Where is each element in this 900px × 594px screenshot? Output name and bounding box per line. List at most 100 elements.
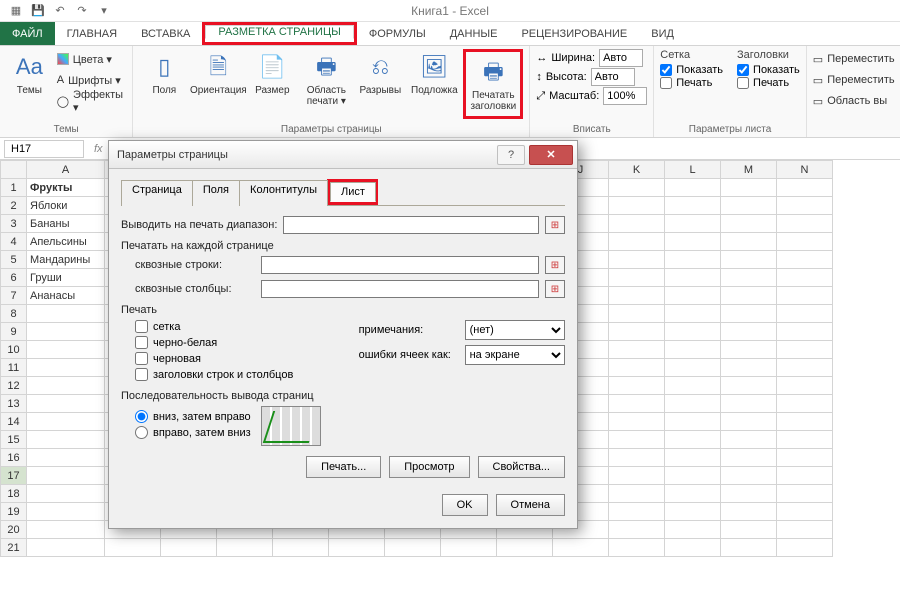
row-header[interactable]: 12 [1,377,27,395]
print-button[interactable]: Печать... [306,456,381,478]
col-header[interactable]: L [665,161,721,179]
scale-input[interactable] [603,87,647,105]
orientation-button[interactable]: 🗎Ориентация [193,49,243,98]
redo-icon[interactable]: ↷ [74,3,90,19]
cancel-button[interactable]: Отмена [496,494,565,516]
row-header[interactable]: 14 [1,413,27,431]
tab-view[interactable]: ВИД [639,22,686,45]
tab-review[interactable]: РЕЦЕНЗИРОВАНИЕ [509,22,639,45]
bw-checkbox[interactable] [135,336,148,349]
rowcol-headings-checkbox[interactable] [135,368,148,381]
rows-repeat-input[interactable] [261,256,539,274]
print-area-ref-button[interactable]: ⊞ [545,216,565,234]
cell[interactable]: Бананы [27,215,105,233]
dlg-tab-sheet[interactable]: Лист [330,182,376,202]
colors-button[interactable]: Цвета ▾ [57,49,127,69]
preview-button[interactable]: Просмотр [389,456,469,478]
selection-icon: ▭ [813,95,823,108]
cols-repeat-ref-button[interactable]: ⊞ [545,280,565,298]
row-header[interactable]: 2 [1,197,27,215]
print-area-button[interactable]: 🖶Область печати ▾ [301,49,351,109]
row-header[interactable]: 10 [1,341,27,359]
height-input[interactable] [591,68,635,86]
cell[interactable]: Груши [27,269,105,287]
gridlines-print-checkbox[interactable] [660,77,672,89]
fx-icon[interactable]: fx [94,143,103,155]
rows-repeat-ref-button[interactable]: ⊞ [545,256,565,274]
cell[interactable]: Апельсины [27,233,105,251]
row-header[interactable]: 3 [1,215,27,233]
gridlines-checkbox[interactable] [135,320,148,333]
select-all-corner[interactable] [1,161,27,179]
margins-button[interactable]: ▯Поля [139,49,189,98]
errors-select[interactable]: на экране [465,345,565,365]
background-button[interactable]: 🖼Подложка [409,49,459,98]
ok-button[interactable]: OK [442,494,488,516]
close-button[interactable]: ✕ [529,145,573,165]
col-header[interactable]: K [609,161,665,179]
tab-insert[interactable]: ВСТАВКА [129,22,202,45]
dlg-tab-headerfooter[interactable]: Колонтитулы [239,180,328,206]
cols-repeat-input[interactable] [261,280,539,298]
row-header[interactable]: 1 [1,179,27,197]
qat-dropdown-icon[interactable]: ▾ [96,3,112,19]
row-header[interactable]: 5 [1,251,27,269]
options-button[interactable]: Свойства... [478,456,565,478]
cell[interactable]: Ананасы [27,287,105,305]
row-header[interactable]: 8 [1,305,27,323]
dlg-tab-page[interactable]: Страница [121,180,193,206]
breaks-icon: ⎌ [364,51,396,83]
help-button[interactable]: ? [497,145,525,165]
selection-pane-button[interactable]: ▭Область вы [813,91,895,111]
draft-checkbox[interactable] [135,352,148,365]
save-icon[interactable]: 💾 [30,3,46,19]
effects-button[interactable]: ◯Эффекты ▾ [57,91,127,111]
order-over-radio[interactable] [135,426,148,439]
comments-select[interactable]: (нет) [465,320,565,340]
print-titles-button[interactable]: 🖶Печатать заголовки [468,54,518,114]
row-header[interactable]: 21 [1,539,27,557]
row-header[interactable]: 4 [1,233,27,251]
row-header[interactable]: 6 [1,269,27,287]
fonts-button[interactable]: AШрифты ▾ [57,70,127,90]
col-header[interactable]: N [777,161,833,179]
bring-forward-button[interactable]: ▭Переместить [813,49,895,69]
row-header[interactable]: 11 [1,359,27,377]
page-order-section: Последовательность вывода страниц [121,390,565,402]
colors-icon [57,53,69,65]
col-header[interactable]: M [721,161,777,179]
print-area-input[interactable] [283,216,539,234]
row-header[interactable]: 7 [1,287,27,305]
col-header[interactable]: A [27,161,105,179]
dlg-tab-margins[interactable]: Поля [192,180,240,206]
gridlines-view-checkbox[interactable] [660,64,672,76]
tab-page-layout[interactable]: РАЗМЕТКА СТРАНИЦЫ [205,25,353,39]
cell[interactable]: Мандарины [27,251,105,269]
size-button[interactable]: 📄Размер [247,49,297,98]
headings-print-checkbox[interactable] [737,77,749,89]
tab-data[interactable]: ДАННЫЕ [438,22,510,45]
name-box[interactable]: H17 [4,140,84,158]
group-scale-to-fit: ↔Ширина: ↕Высота: ⤢Масштаб: Вписать [530,46,654,137]
order-down-radio[interactable] [135,410,148,423]
headings-view-checkbox[interactable] [737,64,749,76]
tab-home[interactable]: ГЛАВНАЯ [55,22,129,45]
undo-icon[interactable]: ↶ [52,3,68,19]
cell[interactable]: Фрукты [27,179,105,197]
send-backward-button[interactable]: ▭Переместить [813,70,895,90]
row-header[interactable]: 9 [1,323,27,341]
row-header[interactable]: 20 [1,521,27,539]
cell[interactable]: Яблоки [27,197,105,215]
row-header[interactable]: 19 [1,503,27,521]
row-header[interactable]: 16 [1,449,27,467]
breaks-button[interactable]: ⎌Разрывы [355,49,405,98]
themes-button[interactable]: Aa Темы [6,49,53,98]
tab-file[interactable]: ФАЙЛ [0,22,55,45]
row-header[interactable]: 13 [1,395,27,413]
row-header[interactable]: 15 [1,431,27,449]
row-header[interactable]: 18 [1,485,27,503]
row-header[interactable]: 17 [1,467,27,485]
width-input[interactable] [599,49,643,67]
dialog-titlebar[interactable]: Параметры страницы ? ✕ [109,141,577,169]
tab-formulas[interactable]: ФОРМУЛЫ [357,22,438,45]
